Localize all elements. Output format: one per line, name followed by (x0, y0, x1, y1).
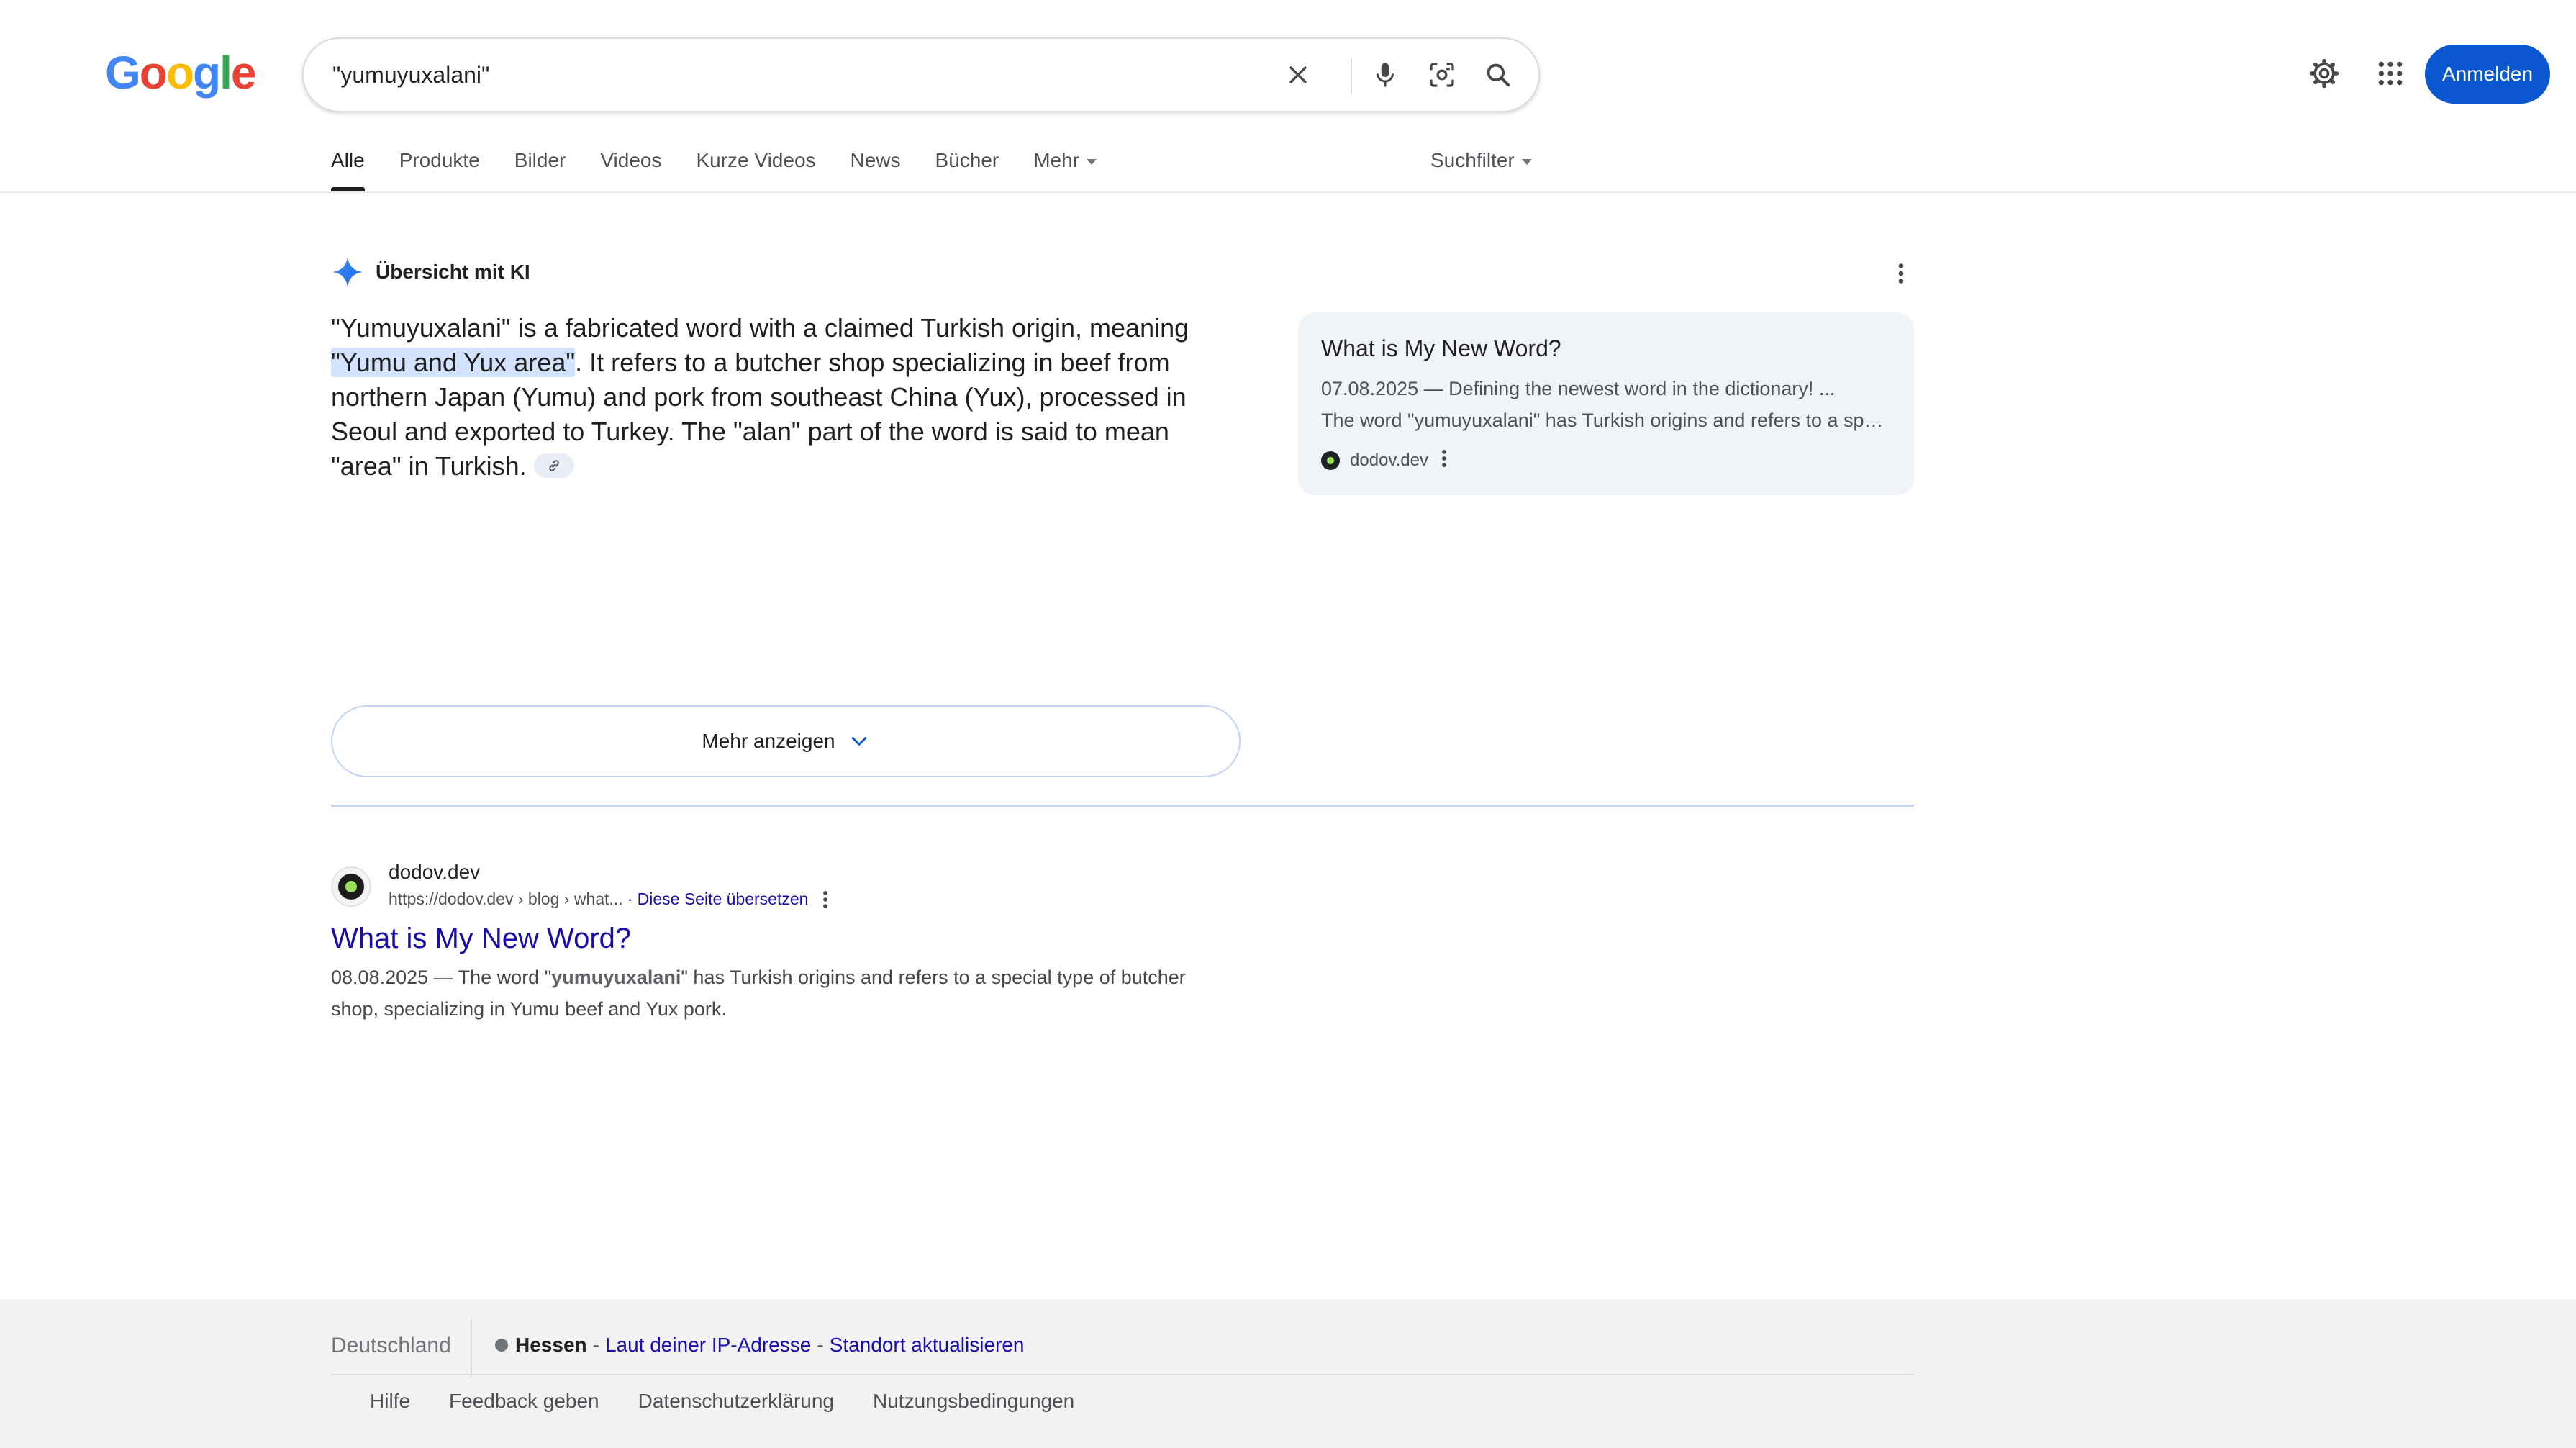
show-more-label: Mehr anzeigen (702, 730, 835, 752)
ai-overview-title: Übersicht mit KI (376, 261, 530, 283)
source-card-line: 07.08.2025 — Defining the newest word in… (1321, 378, 1836, 399)
header-divider (0, 191, 2576, 193)
apps-grid-icon[interactable] (2367, 50, 2413, 96)
source-card-site-name: dodov.dev (1350, 451, 1428, 470)
lens-icon[interactable] (1419, 52, 1465, 98)
footer-link-nutzung[interactable]: Nutzungsbedingungen (873, 1390, 1074, 1413)
source-link-chip[interactable] (533, 453, 574, 479)
settings-icon[interactable] (2301, 50, 2347, 96)
search-filter-button[interactable]: Suchfilter (1430, 144, 1532, 177)
footer-dash: - (817, 1334, 824, 1356)
search-icon[interactable] (1475, 52, 1521, 98)
logo-letter: o (165, 47, 194, 99)
translate-page-link[interactable]: · Diese Seite übersetzen (627, 890, 809, 909)
footer: Deutschland Hessen - Laut deiner IP-Adre… (0, 1299, 2576, 1448)
tab-alle[interactable]: Alle (331, 144, 365, 191)
signin-button[interactable]: Anmelden (2425, 45, 2550, 104)
ai-source-card[interactable]: What is My New Word? 07.08.2025 — Defini… (1298, 312, 1914, 495)
tab-news[interactable]: News (851, 144, 901, 191)
search-input[interactable]: "yumuyuxalani" (332, 39, 489, 111)
search-divider (1351, 58, 1352, 94)
logo-letter: o (139, 47, 168, 99)
footer-rule (331, 1374, 1914, 1375)
link-icon (548, 460, 559, 472)
snippet-bold: yumuyuxalani (551, 967, 681, 988)
result-url: https://dodov.dev › blog › what... · Die… (389, 890, 828, 909)
ai-overview-header: Übersicht mit KI (331, 252, 530, 292)
footer-link-hilfe[interactable]: Hilfe (370, 1390, 410, 1413)
gemini-sparkle-icon (332, 256, 363, 288)
search-tabs: Alle Produkte Bilder Videos Kurze Videos… (331, 144, 1131, 191)
ip-address-link[interactable]: Laut deiner IP-Adresse (605, 1334, 811, 1357)
footer-divider (471, 1319, 472, 1377)
logo-letter: G (105, 47, 141, 99)
tab-buecher[interactable]: Bücher (935, 144, 999, 191)
logo-letter: g (192, 47, 221, 99)
tab-produkte[interactable]: Produkte (399, 144, 480, 191)
snippet-text: 08.08.2025 — The word " (331, 967, 552, 988)
footer-location: Hessen - Laut deiner IP-Adresse - Stando… (495, 1334, 1025, 1357)
footer-region: Hessen (515, 1334, 587, 1356)
show-more-button[interactable]: Mehr anzeigen (331, 705, 1241, 777)
microphone-icon[interactable] (1362, 52, 1408, 98)
location-dot-icon (495, 1339, 508, 1352)
tab-bilder[interactable]: Bilder (514, 144, 566, 191)
close-icon[interactable] (1275, 52, 1321, 98)
tab-mehr-label: Mehr (1033, 149, 1080, 171)
ai-overview-divider (331, 805, 1914, 807)
ai-text-highlight[interactable]: "Yumu and Yux area" (331, 348, 576, 377)
tab-mehr[interactable]: Mehr (1033, 144, 1097, 191)
ai-text-part: "Yumuyuxalani" is a fabricated word with… (331, 313, 1189, 343)
result-site-name[interactable]: dodov.dev (389, 861, 480, 884)
more-options-icon[interactable] (1885, 258, 1917, 289)
google-logo[interactable]: Google (105, 47, 257, 99)
source-card-title[interactable]: What is My New Word? (1321, 335, 1561, 362)
result-title-link[interactable]: What is My New Word? (331, 923, 631, 955)
caret-down-icon (1087, 158, 1097, 165)
tab-kurze-videos[interactable]: Kurze Videos (696, 144, 815, 191)
site-favicon-icon (1321, 451, 1340, 470)
footer-country: Deutschland (331, 1334, 451, 1357)
caret-down-icon (1521, 158, 1532, 165)
footer-link-feedback[interactable]: Feedback geben (449, 1390, 599, 1413)
result-snippet: 08.08.2025 — The word "yumuyuxalani" has… (331, 961, 1238, 1025)
search-filter-label: Suchfilter (1430, 149, 1515, 171)
source-card-site: dodov.dev (1321, 446, 1447, 475)
update-location-link[interactable]: Standort aktualisieren (830, 1334, 1025, 1357)
footer-dash: - (592, 1334, 599, 1356)
source-card-description: 07.08.2025 — Defining the newest word in… (1321, 373, 1890, 436)
logo-letter: l (219, 47, 232, 99)
footer-links: Hilfe Feedback geben Datenschutzerklärun… (370, 1390, 1113, 1413)
logo-letter: e (230, 47, 257, 99)
site-favicon-icon[interactable] (331, 866, 371, 907)
result-url-text[interactable]: https://dodov.dev › blog › what... (389, 890, 623, 909)
chevron-down-icon (851, 737, 866, 746)
footer-link-datenschutz[interactable]: Datenschutzerklärung (638, 1390, 834, 1413)
search-box[interactable]: "yumuyuxalani" (302, 37, 1540, 112)
ai-overview-text: "Yumuyuxalani" is a fabricated word with… (331, 311, 1245, 484)
source-card-line: The word "yumuyuxalani" has Turkish orig… (1321, 409, 1890, 431)
more-options-icon[interactable] (1441, 449, 1447, 473)
tab-videos[interactable]: Videos (600, 144, 661, 191)
more-options-icon[interactable] (822, 890, 828, 909)
